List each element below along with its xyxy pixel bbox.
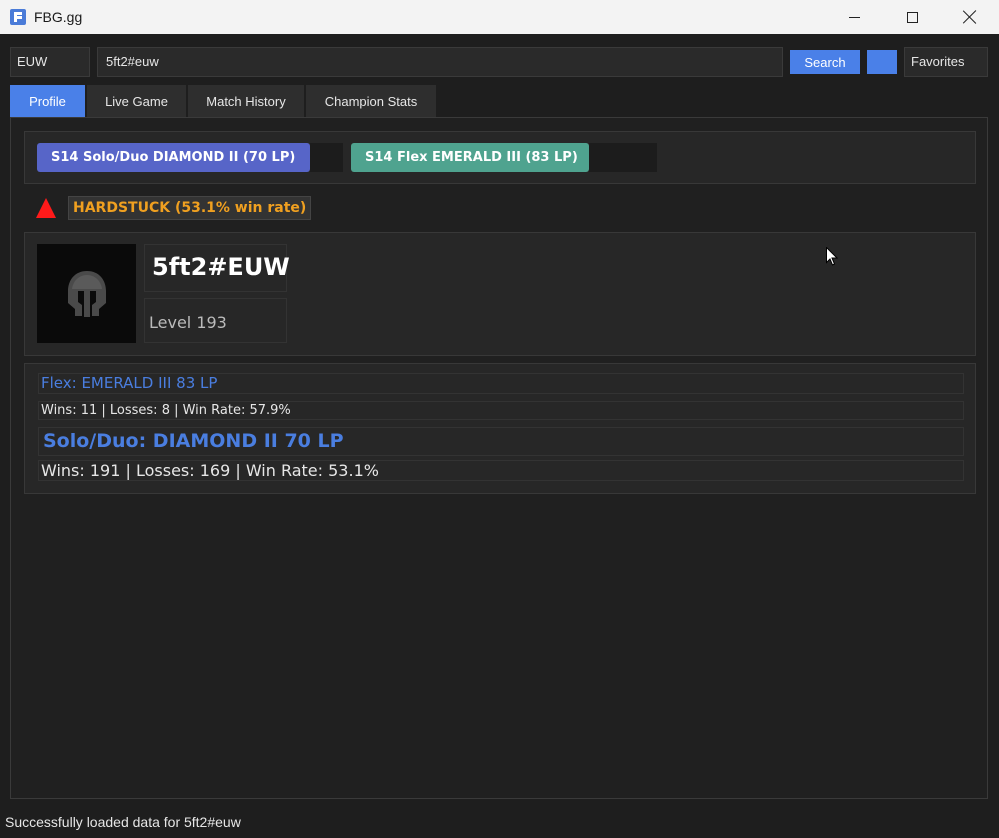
solo-rank-badge: S14 Solo/Duo DIAMOND II (70 LP) xyxy=(37,143,343,172)
warning-triangle-icon xyxy=(36,198,56,218)
solo-rank-label: S14 Solo/Duo DIAMOND II (70 LP) xyxy=(37,143,310,172)
tab-bar: Profile Live Game Match History Champion… xyxy=(10,85,436,117)
rank-summary-bar: S14 Solo/Duo DIAMOND II (70 LP) S14 Flex… xyxy=(24,131,976,184)
tab-match-history[interactable]: Match History xyxy=(188,85,304,117)
helmet-icon xyxy=(67,270,106,317)
summoner-name: 5ft2#EUW xyxy=(144,244,290,292)
title-bar: FBG.gg xyxy=(0,0,999,34)
flex-rank-label: S14 Flex EMERALD III (83 LP) xyxy=(351,143,589,172)
flex-rank-stats: Wins: 11 | Losses: 8 | Win Rate: 57.9% xyxy=(38,401,964,420)
close-button[interactable] xyxy=(941,0,999,34)
ranked-stats-card: Flex: EMERALD III 83 LP Wins: 11 | Losse… xyxy=(24,363,976,494)
maximize-icon xyxy=(906,11,918,23)
solo-rank-track xyxy=(310,143,343,172)
flex-rank-title: Flex: EMERALD III 83 LP xyxy=(38,373,964,394)
app-logo-icon xyxy=(10,9,26,25)
window-controls xyxy=(825,0,999,34)
tab-champion-stats[interactable]: Champion Stats xyxy=(306,85,436,117)
flex-rank-badge: S14 Flex EMERALD III (83 LP) xyxy=(351,143,657,172)
window-title: FBG.gg xyxy=(34,9,83,25)
minimize-icon xyxy=(848,16,860,18)
status-message: Successfully loaded data for 5ft2#euw xyxy=(5,814,241,830)
hardstuck-label: HARDSTUCK (53.1% win rate) xyxy=(68,196,312,220)
tab-live-game[interactable]: Live Game xyxy=(87,85,186,117)
favorites-dropdown[interactable]: Favorites xyxy=(904,47,988,77)
maximize-button[interactable] xyxy=(883,0,941,34)
summoner-level: Level 193 xyxy=(144,298,287,343)
region-field[interactable]: EUW xyxy=(10,47,90,77)
search-button[interactable]: Search xyxy=(790,50,860,74)
solo-rank-title: Solo/Duo: DIAMOND II 70 LP xyxy=(38,427,964,456)
avatar xyxy=(37,244,136,343)
close-icon xyxy=(963,10,977,24)
summoner-search-input[interactable]: 5ft2#euw xyxy=(97,47,783,77)
flex-rank-track xyxy=(589,143,657,172)
mouse-cursor-icon xyxy=(826,247,838,266)
tab-profile[interactable]: Profile xyxy=(10,85,85,117)
minimize-button[interactable] xyxy=(825,0,883,34)
profile-panel: S14 Solo/Duo DIAMOND II (70 LP) S14 Flex… xyxy=(10,117,988,799)
add-favorite-button[interactable] xyxy=(867,50,897,74)
solo-rank-stats: Wins: 191 | Losses: 169 | Win Rate: 53.1… xyxy=(38,460,964,481)
